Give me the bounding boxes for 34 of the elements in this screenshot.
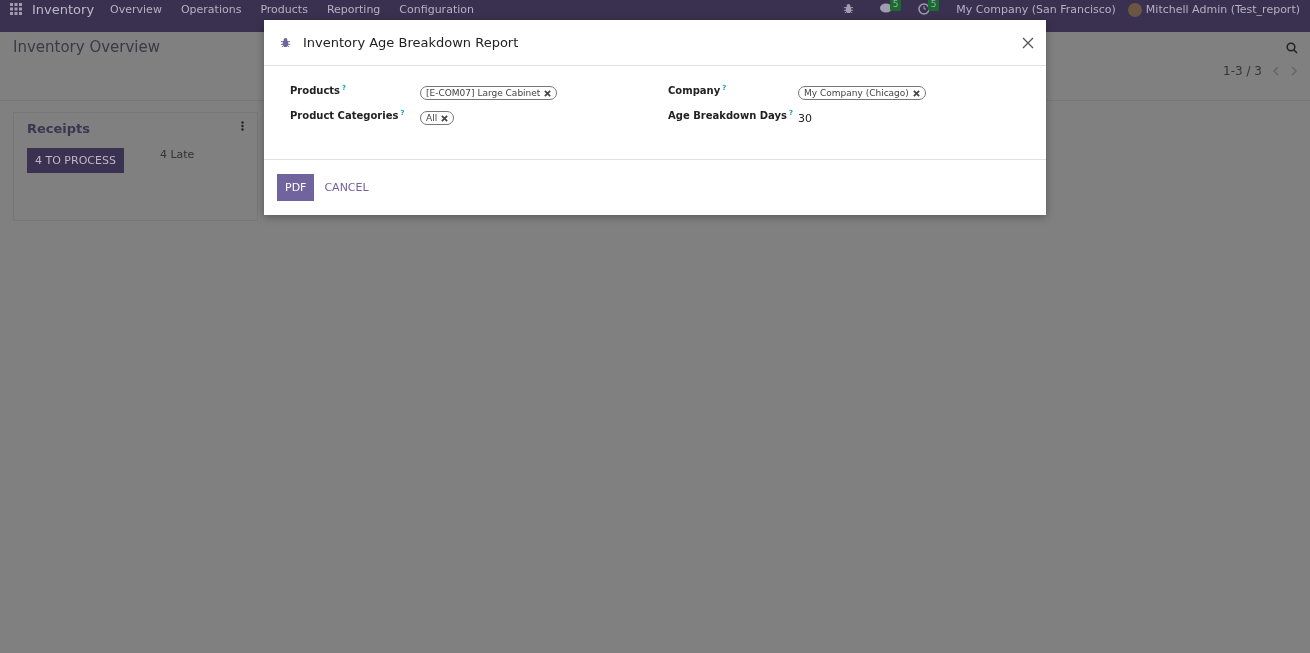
field-label: Product Categories $^{?}$	[290, 109, 406, 124]
bug-icon	[843, 3, 855, 14]
field-label: Products $^{?}$	[290, 84, 348, 99]
more-icon[interactable]	[241, 121, 244, 131]
avatar	[1127, 3, 1142, 17]
pager: 1-3 / 3	[1223, 64, 1262, 78]
card-title: Receipts	[27, 121, 91, 136]
pdf-button[interactable]: PDF	[277, 174, 315, 201]
page-title: Inventory Overview	[13, 38, 161, 56]
late-link[interactable]: 4 Late	[159, 148, 195, 161]
remove-icon[interactable]	[544, 89, 552, 97]
menu-item[interactable]: Reporting	[326, 3, 381, 17]
field-label: Age Breakdown Days $^{?}$	[668, 109, 795, 124]
close-icon[interactable]	[1022, 36, 1034, 49]
clock-icon[interactable]	[918, 3, 931, 15]
menu-item[interactable]: Configuration	[399, 3, 474, 17]
remove-icon[interactable]	[441, 114, 449, 122]
cancel-button[interactable]: CANCEL	[316, 174, 377, 201]
badge: 5	[927, 0, 940, 11]
search-icon[interactable]	[1286, 42, 1298, 54]
menu-item[interactable]: Operations	[180, 3, 242, 17]
badge: 5	[889, 0, 902, 11]
user-menu[interactable]: Mitchell Admin (Test_report)	[1145, 3, 1300, 17]
field-label: Company $^{?}$	[668, 84, 728, 99]
company-switcher[interactable]: My Company (San Francisco)	[956, 3, 1116, 17]
dialog-title: Inventory Age Breakdown Report	[303, 35, 520, 51]
field-value[interactable]: 30	[798, 109, 812, 126]
menu-item[interactable]: Products	[260, 3, 308, 17]
to-process-button[interactable]: 4 TO PROCESS	[27, 148, 124, 173]
remove-icon[interactable]	[912, 89, 920, 97]
bug-icon	[280, 37, 291, 49]
app-name[interactable]: Inventory	[32, 3, 95, 17]
menu-item[interactable]: Overview	[110, 3, 162, 17]
apps-menu-icon[interactable]	[10, 3, 22, 15]
